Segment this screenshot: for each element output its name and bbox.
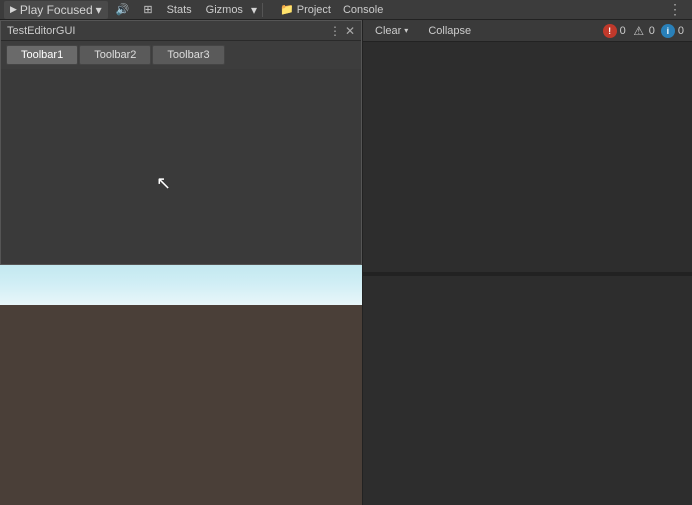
play-icon: ▶: [10, 4, 17, 15]
info-count: 0: [678, 25, 684, 37]
divider: [262, 3, 263, 17]
gizmos-dropdown-icon: ▾: [251, 3, 257, 17]
clear-label: Clear: [375, 25, 401, 37]
tab-area: 📁 Project Console: [274, 1, 389, 18]
clear-button[interactable]: Clear ▾: [367, 24, 416, 38]
play-focused-btn[interactable]: ▶ Play Focused ▾: [4, 1, 108, 19]
project-tab-icon: 📁: [280, 4, 294, 16]
top-bar-menu-icon[interactable]: ⋮: [662, 0, 688, 20]
project-tab-label: Project: [297, 4, 331, 16]
warn-badge[interactable]: ⚠ 0: [632, 24, 655, 38]
editor-controls: ⋮ ✕: [329, 25, 355, 37]
play-dropdown-icon: ▾: [96, 3, 102, 17]
toolbar2-btn[interactable]: Toolbar2: [79, 45, 151, 65]
scene-area: [0, 250, 362, 505]
editor-more-icon[interactable]: ⋮: [329, 25, 341, 37]
editor-title-bar: TestEditorGUI ⋮ ✕: [1, 21, 361, 41]
error-icon: !: [603, 24, 617, 38]
clear-dropdown-icon: ▾: [404, 26, 408, 35]
top-bar: ▶ Play Focused ▾ 🔊 ⊞ Stats Gizmos▾ 📁 Pro…: [0, 0, 692, 20]
toolbar1-btn[interactable]: Toolbar1: [6, 45, 78, 65]
editor-window-title: TestEditorGUI: [7, 25, 75, 37]
play-focused-label: Play Focused: [20, 3, 93, 17]
info-badge[interactable]: i 0: [661, 24, 684, 38]
console-detail-content: [363, 276, 692, 505]
editor-window: TestEditorGUI ⋮ ✕ Toolbar1 Toolbar2 Tool…: [0, 20, 362, 265]
stats-btn[interactable]: Stats: [161, 2, 198, 18]
editor-toolbar: Toolbar1 Toolbar2 Toolbar3: [1, 41, 361, 69]
audio-icon[interactable]: 🔊: [110, 1, 136, 18]
main-layout: TestEditorGUI ⋮ ✕ Toolbar1 Toolbar2 Tool…: [0, 20, 692, 505]
grid-icon[interactable]: ⊞: [137, 1, 158, 18]
console-content: [363, 42, 692, 272]
console-tab-label: Console: [343, 4, 383, 16]
error-badge[interactable]: ! 0: [603, 24, 626, 38]
console-toolbar: Clear ▾ Collapse ! 0 ⚠ 0 i 0: [363, 20, 692, 42]
info-icon: i: [661, 24, 675, 38]
collapse-label: Collapse: [428, 25, 471, 37]
collapse-button[interactable]: Collapse: [420, 24, 479, 38]
tab-project[interactable]: 📁 Project: [274, 1, 337, 18]
editor-content: ↖: [1, 69, 361, 264]
scene-ground: [0, 305, 362, 505]
console-badges: ! 0 ⚠ 0 i 0: [603, 24, 688, 38]
gizmos-btn[interactable]: Gizmos: [200, 2, 249, 18]
toolbar3-btn[interactable]: Toolbar3: [152, 45, 224, 65]
right-panel: Clear ▾ Collapse ! 0 ⚠ 0 i 0: [363, 20, 692, 505]
tab-console[interactable]: Console: [337, 2, 389, 18]
error-count: 0: [620, 25, 626, 37]
warn-icon: ⚠: [632, 24, 646, 38]
warn-count: 0: [649, 25, 655, 37]
left-panel: TestEditorGUI ⋮ ✕ Toolbar1 Toolbar2 Tool…: [0, 20, 362, 505]
editor-close-icon[interactable]: ✕: [345, 25, 355, 37]
